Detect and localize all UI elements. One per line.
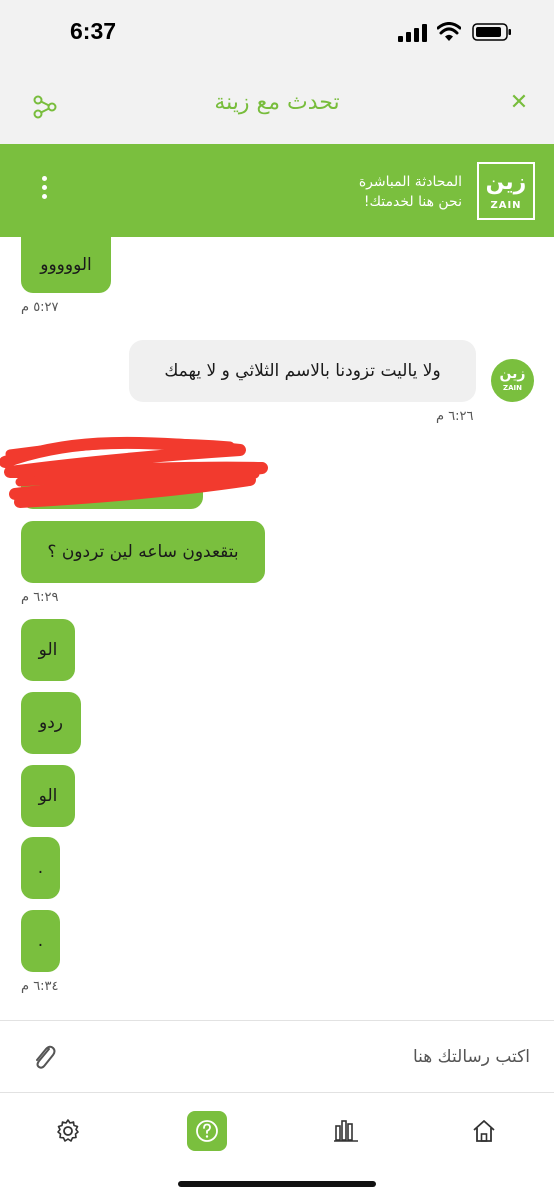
user-message: .: [21, 910, 60, 972]
zain-logo: زين ZAIN: [477, 162, 535, 220]
message-timestamp: ٦:٢٦ م: [436, 409, 474, 424]
user-message: الو: [21, 765, 75, 827]
banner-title: المحادثة المباشرة: [358, 174, 462, 190]
message-input[interactable]: [80, 1037, 530, 1077]
status-time: 6:37: [70, 18, 117, 44]
home-indicator: [178, 1181, 376, 1187]
message-timestamp: ٦:٢٩ م: [21, 590, 59, 605]
cellular-signal-icon: [398, 24, 427, 42]
message-composer: [0, 1020, 554, 1092]
banner-text: المحادثة المباشرة نحن هنا لخدمتك!: [359, 172, 462, 212]
battery-icon: [472, 23, 511, 41]
home-icon[interactable]: [464, 1111, 504, 1151]
message-timestamp: ٦:٣٤ م: [21, 979, 59, 994]
chat-banner: المحادثة المباشرة نحن هنا لخدمتك! زين ZA…: [0, 144, 554, 237]
close-icon[interactable]: ✕: [508, 92, 530, 114]
user-message: ردو: [21, 692, 81, 754]
redaction-scribble: [0, 436, 268, 508]
more-options-icon[interactable]: [36, 176, 52, 204]
help-icon[interactable]: [187, 1111, 227, 1151]
status-bar: 6:37: [0, 0, 554, 66]
app-header: تحدث مع زينة ✕: [0, 66, 554, 144]
chat-thread[interactable]: الووووو ٥:٢٧ م زين ZAIN ولا ياليت تزودنا…: [0, 237, 554, 1020]
user-message: الووووو: [21, 237, 111, 293]
user-message: .: [21, 837, 60, 899]
settings-icon[interactable]: [48, 1111, 88, 1151]
paperclip-icon[interactable]: [32, 1043, 56, 1071]
user-message: بتقعدون ساعه لين تردون ؟: [21, 521, 265, 583]
wifi-icon: [437, 22, 461, 41]
agent-message: ولا ياليت تزودنا بالاسم الثلاثي و لا يهم…: [129, 340, 476, 402]
message-timestamp: ٥:٢٧ م: [21, 300, 59, 315]
user-message: الو: [21, 619, 75, 681]
banner-subtitle: نحن هنا لخدمتك!: [363, 194, 462, 210]
agent-avatar: زين ZAIN: [491, 359, 534, 402]
bottom-nav: [0, 1092, 554, 1200]
page-title: تحدث مع زينة: [214, 90, 340, 115]
stats-icon[interactable]: [326, 1111, 366, 1151]
